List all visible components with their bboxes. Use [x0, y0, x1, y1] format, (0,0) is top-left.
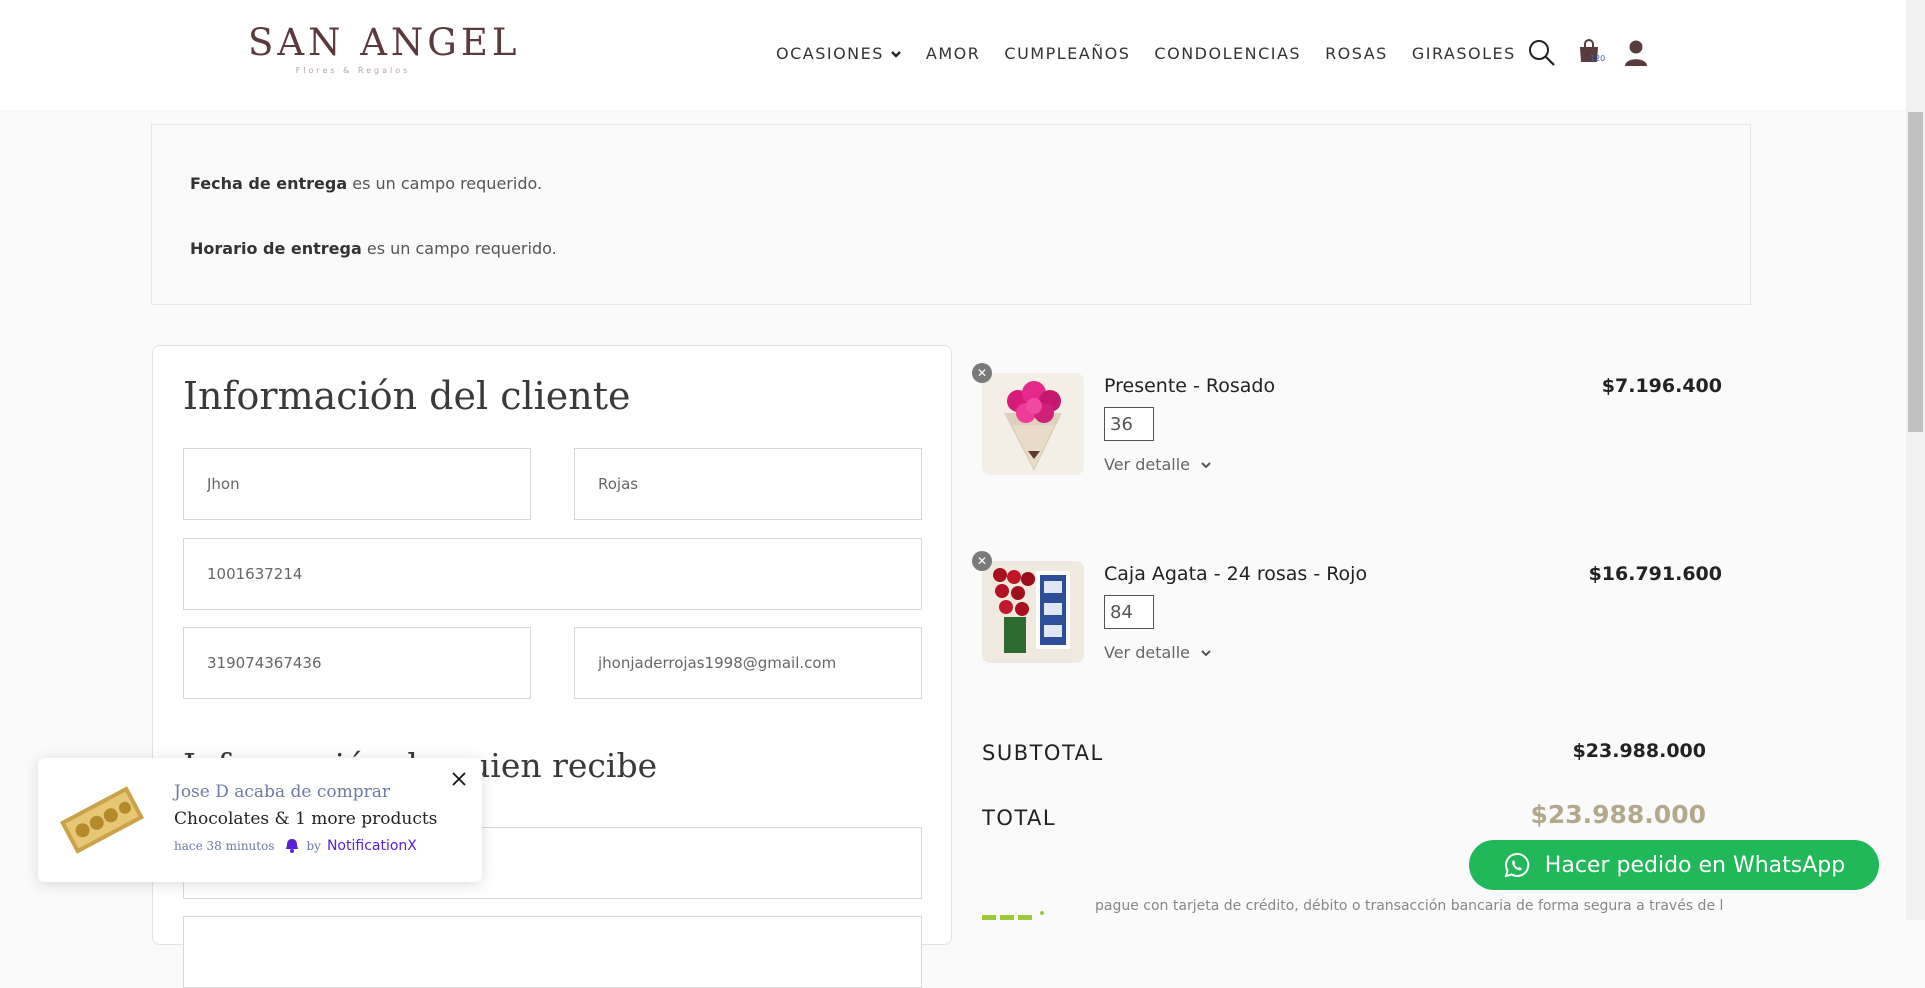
nav-amor[interactable]: AMOR: [926, 44, 980, 63]
chevron-down-icon: [1201, 461, 1211, 468]
recipient-field-2[interactable]: [183, 916, 922, 988]
search-icon[interactable]: [1528, 38, 1556, 68]
nav-label: ROSAS: [1325, 44, 1388, 63]
view-detail-toggle[interactable]: Ver detalle: [1104, 455, 1212, 474]
logo-text: SAN ANGEL: [248, 21, 521, 64]
cart-item: ✕ Caja Agata - 24 rosas - Rojo $16.791.6…: [972, 551, 1722, 671]
main-nav: OCASIONES AMOR CUMPLEAÑOS CONDOLENCIAS R…: [776, 44, 1540, 63]
total-value: $23.988.000: [1530, 800, 1706, 829]
item-price: $16.791.600: [1588, 563, 1722, 585]
payment-logo-mark: [982, 911, 1044, 920]
chevron-down-icon: [1201, 649, 1211, 656]
last-name-field[interactable]: [574, 448, 922, 520]
detail-label: Ver detalle: [1104, 455, 1191, 474]
nav-cumpleanos[interactable]: CUMPLEAÑOS: [1004, 44, 1130, 63]
notificationx-brand[interactable]: NotificationX: [327, 838, 417, 854]
item-name[interactable]: Caja Agata - 24 rosas - Rojo: [1104, 563, 1367, 585]
site-logo[interactable]: SAN ANGEL Flores & Regalos: [248, 21, 521, 82]
purchase-notification[interactable]: Jose D acaba de comprar Chocolates & 1 m…: [38, 758, 482, 882]
first-name-field[interactable]: [183, 448, 531, 520]
error-message-fecha: Fecha de entrega es un campo requerido.: [190, 174, 542, 193]
view-detail-toggle[interactable]: Ver detalle: [1104, 643, 1212, 662]
user-icon[interactable]: [1622, 38, 1650, 68]
notification-description: Chocolates & 1 more products: [174, 809, 438, 829]
subtotal-label: SUBTOTAL: [982, 741, 1104, 765]
payment-note: pague con tarjeta de crédito, débito o t…: [1095, 898, 1723, 914]
product-image-caja-agata[interactable]: [982, 561, 1084, 663]
cart-item: ✕ Presente - Rosado $7.196.400 Ver detal…: [972, 363, 1722, 483]
error-field-name: Horario de entrega: [190, 239, 362, 258]
quantity-input[interactable]: [1104, 595, 1154, 629]
page-scrollbar[interactable]: [1906, 0, 1925, 920]
nav-girasoles[interactable]: GIRASOLES: [1412, 44, 1516, 63]
item-name[interactable]: Presente - Rosado: [1104, 375, 1275, 397]
error-text: es un campo requerido.: [361, 239, 557, 258]
whatsapp-icon: [1504, 852, 1529, 878]
notification-by: by: [306, 839, 321, 853]
product-image-presente[interactable]: [982, 373, 1084, 475]
logo-tagline: Flores & Regalos: [295, 66, 411, 75]
error-text: es un campo requerido.: [347, 174, 543, 193]
whatsapp-order-button[interactable]: Hacer pedido en WhatsApp: [1469, 840, 1879, 890]
payment-provider-logo: [982, 906, 1072, 920]
item-price: $7.196.400: [1601, 375, 1722, 397]
subtotal-value: $23.988.000: [1572, 740, 1706, 762]
product-thumbnail: [982, 373, 1084, 475]
error-field-name: Fecha de entrega: [190, 174, 348, 193]
total-label: TOTAL: [982, 806, 1057, 830]
remove-item-button[interactable]: ✕: [972, 363, 992, 383]
whatsapp-button-label: Hacer pedido en WhatsApp: [1544, 852, 1846, 878]
phone-field[interactable]: [183, 627, 531, 699]
remove-item-button[interactable]: ✕: [972, 551, 992, 571]
nav-label: CONDOLENCIAS: [1154, 44, 1302, 63]
error-notice: Fecha de entrega es un campo requerido. …: [151, 124, 1751, 305]
nav-label: OCASIONES: [776, 44, 884, 63]
nav-ocasiones[interactable]: OCASIONES: [776, 44, 902, 63]
product-thumbnail: [982, 561, 1084, 663]
product-image-chocolates: [59, 786, 145, 854]
cart-count-badge: 120: [1590, 54, 1606, 63]
nav-rosas[interactable]: ROSAS: [1325, 44, 1388, 63]
site-header: SAN ANGEL Flores & Regalos OCASIONES AMO…: [0, 0, 1906, 110]
chevron-down-icon: [891, 50, 901, 58]
customer-info-title: Información del cliente: [183, 374, 631, 418]
nav-label: GIRASOLES: [1411, 44, 1516, 63]
nav-label: CUMPLEAÑOS: [1004, 44, 1131, 63]
document-field[interactable]: [183, 538, 922, 610]
notificationx-icon: [286, 839, 299, 853]
nav-condolencias[interactable]: CONDOLENCIAS: [1154, 44, 1301, 63]
cart-button[interactable]: 120: [1577, 38, 1605, 68]
notification-meta: hace 38 minutos by NotificationX: [174, 838, 417, 854]
error-message-horario: Horario de entrega es un campo requerido…: [190, 239, 557, 258]
nav-label: AMOR: [925, 44, 981, 63]
notification-title: Jose D acaba de comprar: [174, 782, 390, 802]
notification-time: hace 38 minutos: [174, 839, 275, 853]
email-field[interactable]: [574, 627, 922, 699]
close-icon[interactable]: [450, 770, 468, 788]
scrollbar-thumb[interactable]: [1908, 112, 1923, 432]
quantity-input[interactable]: [1104, 407, 1154, 441]
detail-label: Ver detalle: [1104, 643, 1191, 662]
